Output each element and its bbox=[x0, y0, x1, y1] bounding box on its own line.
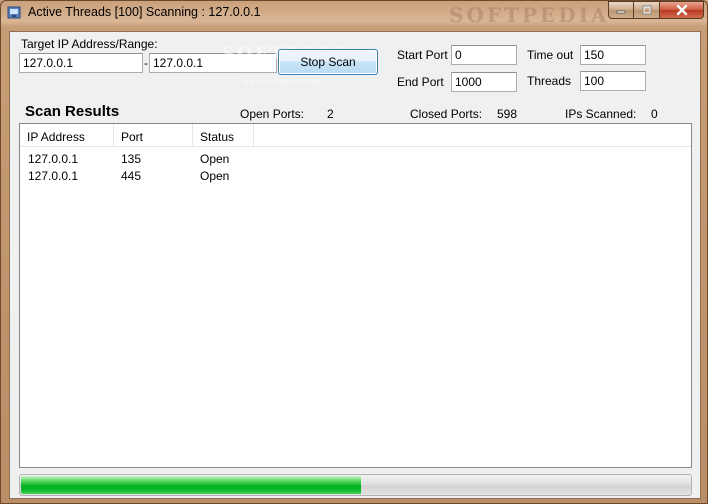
stop-scan-label: Stop Scan bbox=[300, 55, 356, 69]
title-watermark: SOFTPEDIA bbox=[449, 3, 610, 27]
column-header-port[interactable]: Port bbox=[114, 124, 193, 147]
minimize-button[interactable] bbox=[608, 1, 634, 19]
open-ports-value: 2 bbox=[327, 107, 334, 121]
range-separator: - bbox=[144, 56, 148, 70]
close-button[interactable] bbox=[660, 1, 704, 19]
table-row[interactable]: 127.0.0.1 445 Open bbox=[20, 167, 691, 184]
closed-ports-value: 598 bbox=[497, 107, 518, 121]
end-port-label: End Port bbox=[397, 75, 444, 89]
results-header: IP Address Port Status bbox=[20, 124, 691, 147]
app-window: Active Threads [100] Scanning : 127.0.0.… bbox=[0, 0, 708, 504]
stop-scan-button[interactable]: Stop Scan bbox=[278, 49, 378, 75]
cell-status: Open bbox=[200, 169, 230, 183]
results-list[interactable]: IP Address Port Status 127.0.0.1 135 Ope… bbox=[19, 123, 692, 468]
timeout-label: Time out bbox=[527, 48, 574, 62]
range-start-input[interactable]: 127.0.0.1 bbox=[19, 53, 143, 73]
scan-progress-bar bbox=[19, 474, 692, 496]
closed-ports-label: Closed Ports: bbox=[410, 107, 483, 121]
cell-ip: 127.0.0.1 bbox=[28, 169, 79, 183]
ips-scanned-label: IPs Scanned: bbox=[565, 107, 637, 121]
window-title: Active Threads [100] Scanning : 127.0.0.… bbox=[28, 5, 261, 19]
threads-input[interactable]: 100 bbox=[580, 71, 646, 91]
column-header-ip[interactable]: IP Address bbox=[20, 124, 114, 147]
open-ports-label: Open Ports: bbox=[240, 107, 305, 121]
range-end-input[interactable]: 127.0.0.1 bbox=[149, 53, 277, 73]
scan-progress-fill bbox=[21, 476, 362, 494]
caption-buttons bbox=[608, 1, 704, 19]
scan-results-title: Scan Results bbox=[25, 103, 120, 120]
maximize-button[interactable] bbox=[634, 1, 660, 19]
threads-label: Threads bbox=[527, 74, 572, 88]
watermark-url: www.softpedia.com bbox=[242, 77, 321, 86]
cell-port: 135 bbox=[121, 152, 142, 166]
maximize-icon bbox=[642, 5, 651, 15]
cell-ip: 127.0.0.1 bbox=[28, 152, 79, 166]
cell-status: Open bbox=[200, 152, 230, 166]
title-bar[interactable]: Active Threads [100] Scanning : 127.0.0.… bbox=[1, 1, 707, 27]
start-port-label: Start Port bbox=[397, 48, 448, 62]
close-icon bbox=[676, 4, 687, 16]
ips-scanned-value: 0 bbox=[651, 107, 658, 121]
main-panel: Target IP Address/Range: 127.0.0.1 - 127… bbox=[9, 31, 701, 499]
cell-port: 445 bbox=[121, 169, 142, 183]
timeout-input[interactable]: 150 bbox=[580, 45, 646, 65]
minimize-icon bbox=[616, 10, 626, 14]
start-port-input[interactable]: 0 bbox=[451, 45, 517, 65]
end-port-input[interactable]: 1000 bbox=[451, 72, 517, 92]
app-icon bbox=[7, 6, 21, 19]
column-header-status[interactable]: Status bbox=[193, 124, 254, 147]
target-label: Target IP Address/Range: bbox=[21, 37, 158, 51]
table-row[interactable]: 127.0.0.1 135 Open bbox=[20, 150, 691, 167]
